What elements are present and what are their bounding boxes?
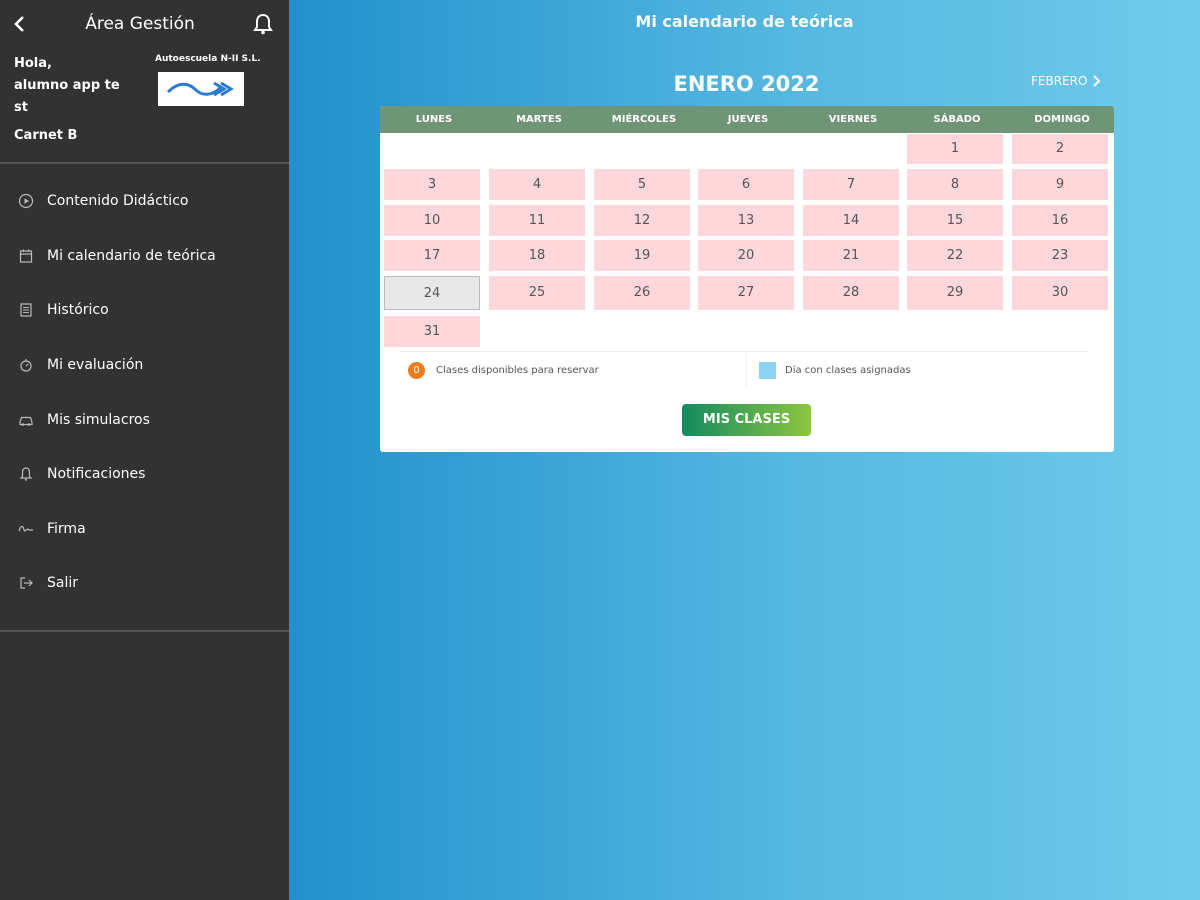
school-logo [158, 72, 244, 106]
sidebar-item-label: Mi evaluación [47, 357, 144, 374]
main-content: Mi calendario de teórica ENERO 2022 FEBR… [289, 0, 1200, 900]
calendar-day-today[interactable]: 24 [384, 276, 480, 310]
evaluation-icon [20, 359, 32, 372]
calendar-day[interactable]: 31 [384, 316, 480, 347]
calendar-day[interactable]: 25 [489, 276, 585, 310]
user-name-line2: st [14, 100, 28, 115]
sidebar-item-label: Firma [47, 520, 86, 537]
legend-assigned-label: Día con clases asignadas [785, 365, 911, 376]
legend-separator [746, 353, 747, 387]
next-month-link[interactable]: FEBRERO [1031, 74, 1101, 88]
calendar-day[interactable]: 20 [698, 240, 794, 271]
sidebar-header: Área Gestión [0, 0, 289, 48]
weekday-header: LUNES MARTES MIÉRCOLES JUEVES VIERNES SÁBADO D… [380, 106, 1114, 133]
calendar-day[interactable]: 16 [1012, 205, 1108, 236]
calendar-day[interactable]: 5 [594, 169, 690, 200]
play-circle-icon [18, 194, 34, 209]
sidebar-divider-top [0, 162, 289, 164]
calendar-day[interactable]: 19 [594, 240, 690, 271]
sidebar-item-label: Salir [47, 575, 79, 592]
sidebar-divider-bottom [0, 630, 289, 632]
sidebar-item-evaluacion[interactable]: Mi evaluación [0, 338, 289, 393]
page-title: Mi calendario de teórica [635, 12, 854, 31]
calendar-day[interactable]: 27 [698, 276, 794, 310]
sidebar-item-contenido-didactico[interactable]: Contenido Didáctico [0, 174, 289, 229]
calendar-day[interactable]: 3 [384, 169, 480, 200]
calendar-icon [19, 249, 33, 263]
user-name-line1: alumno app te [14, 78, 120, 93]
month-title: ENERO 2022 [673, 72, 820, 96]
sidebar-item-calendario[interactable]: Mi calendario de teórica [0, 229, 289, 284]
notifications-button[interactable] [252, 12, 274, 36]
calendar-day[interactable]: 22 [907, 240, 1003, 271]
legend-available-label: Clases disponibles para reservar [436, 365, 599, 376]
signature-icon [18, 525, 33, 532]
bell-icon [19, 467, 33, 482]
calendar-day[interactable]: 1 [907, 134, 1003, 164]
weekday-label: JUEVES [727, 114, 769, 125]
weekday-label: MIÉRCOLES [611, 114, 677, 125]
calendar-day[interactable]: 7 [803, 169, 899, 200]
weekday-label: DOMINGO [1034, 114, 1090, 125]
calendar-day[interactable]: 29 [907, 276, 1003, 310]
weekday-label: SÁBADO [933, 114, 981, 125]
bell-icon [253, 13, 273, 35]
greeting-text: Hola, [14, 56, 52, 71]
license-type: Carnet B [14, 128, 78, 143]
sidebar-item-label: Histórico [47, 302, 109, 319]
sidebar-item-salir[interactable]: Salir [0, 556, 289, 611]
calendar-day[interactable]: 8 [907, 169, 1003, 200]
logout-icon [20, 577, 33, 590]
mis-clases-button[interactable]: MIS CLASES [682, 404, 811, 436]
calendar-day[interactable]: 6 [698, 169, 794, 200]
school-name: Autoescuela N-II S.L. [155, 54, 261, 64]
calendar-day[interactable]: 14 [803, 205, 899, 236]
calendar-day[interactable]: 21 [803, 240, 899, 271]
weekday-label: LUNES [415, 114, 453, 125]
calendar-day[interactable]: 30 [1012, 276, 1108, 310]
sidebar-item-label: Contenido Didáctico [47, 193, 189, 210]
sidebar-menu: Contenido Didáctico Mi calendario de teó… [0, 174, 289, 611]
calendar-day[interactable]: 11 [489, 205, 585, 236]
history-icon [20, 303, 32, 318]
calendar-day[interactable]: 18 [489, 240, 585, 271]
sidebar-item-label: Mi calendario de teórica [47, 247, 216, 264]
calendar-day[interactable]: 17 [384, 240, 480, 271]
calendar-day[interactable]: 26 [594, 276, 690, 310]
next-month-label: FEBRERO [1031, 74, 1088, 88]
sidebar-item-notificaciones[interactable]: Notificaciones [0, 447, 289, 502]
car-icon [19, 416, 33, 426]
calendar-day[interactable]: 4 [489, 169, 585, 200]
sidebar-item-simulacros[interactable]: Mis simulacros [0, 392, 289, 447]
weekday-label: MARTES [516, 114, 562, 125]
sidebar-item-label: Mis simulacros [47, 411, 150, 428]
user-greeting: Hola, alumno app te st [14, 53, 139, 119]
sidebar-item-firma[interactable]: Firma [0, 502, 289, 557]
calendar-day[interactable]: 9 [1012, 169, 1108, 200]
chevron-right-icon [1093, 75, 1101, 87]
calendar-day[interactable]: 12 [594, 205, 690, 236]
calendar-card: LUNES MARTES MIÉRCOLES JUEVES VIERNES SÁBADO D… [380, 106, 1114, 452]
calendar-day[interactable]: 23 [1012, 240, 1108, 271]
sidebar-title: Área Gestión [85, 14, 195, 34]
assigned-day-swatch [759, 362, 776, 379]
sidebar-item-historico[interactable]: Histórico [0, 283, 289, 338]
calendar-day[interactable]: 15 [907, 205, 1003, 236]
calendar-day[interactable]: 2 [1012, 134, 1108, 164]
available-classes-badge: 0 [408, 362, 425, 379]
legend-divider [400, 351, 1088, 352]
weekday-label: VIERNES [828, 114, 878, 125]
calendar-day[interactable]: 13 [698, 205, 794, 236]
sidebar-item-label: Notificaciones [47, 466, 146, 483]
calendar-day[interactable]: 28 [803, 276, 899, 310]
calendar-day[interactable]: 10 [384, 205, 480, 236]
sidebar: Área Gestión Hola, alumno app te st Auto… [0, 0, 289, 900]
